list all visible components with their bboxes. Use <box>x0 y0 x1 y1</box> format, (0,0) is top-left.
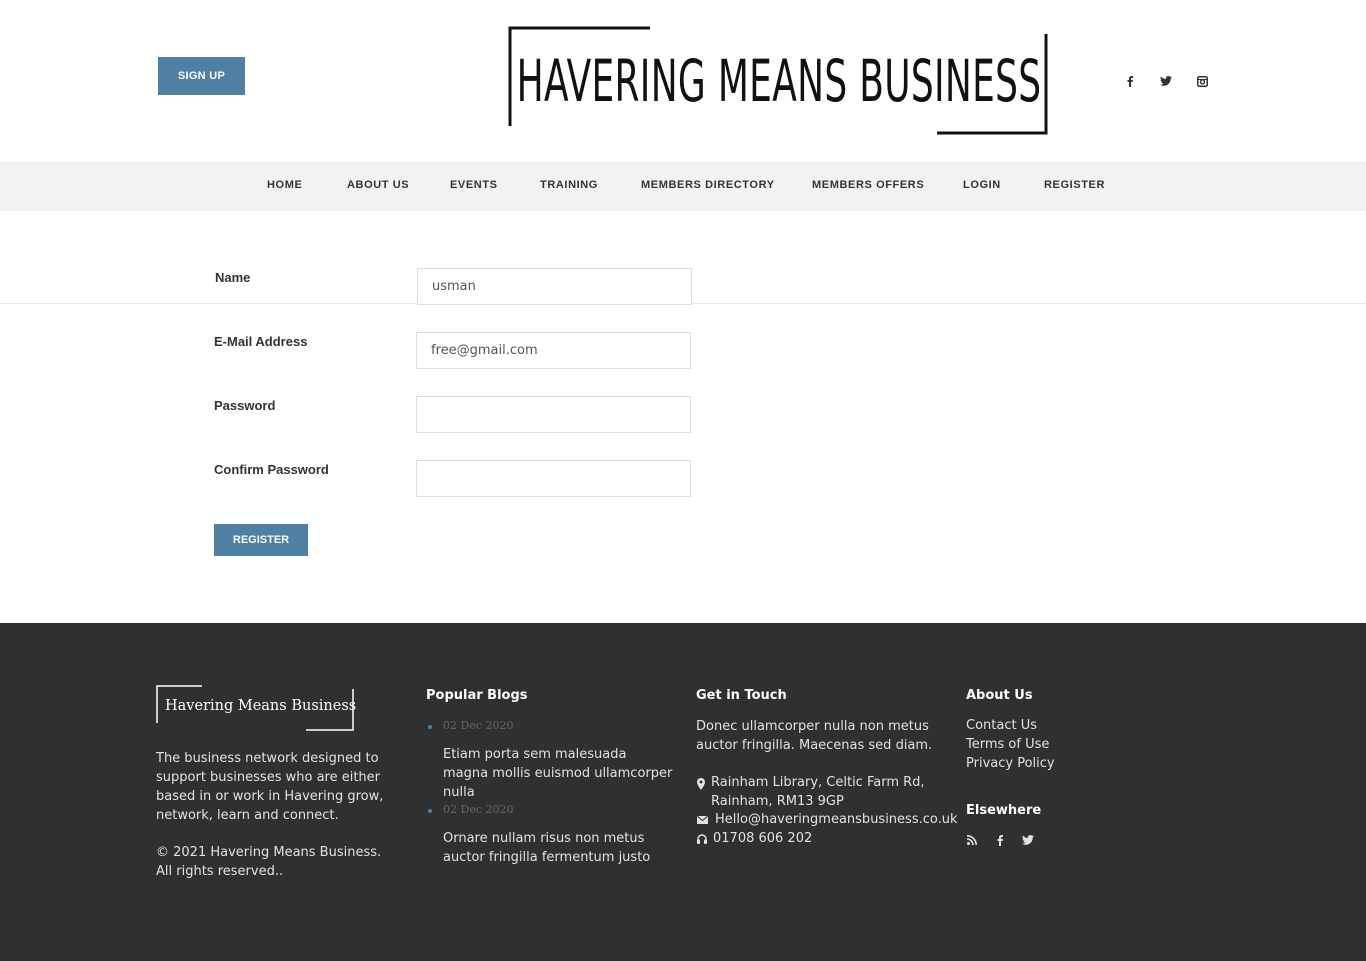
blog-bullet <box>428 725 432 729</box>
blog-date: 02 Dec 2020 <box>443 719 514 732</box>
map-pin-icon <box>696 777 706 791</box>
instagram-icon[interactable] <box>1194 72 1210 90</box>
password-label: Password <box>214 398 276 413</box>
nav-about-us[interactable]: ABOUT US <box>347 179 409 191</box>
contact-address: Rainham Library, Celtic Farm Rd, Rainham… <box>711 775 925 809</box>
main-navigation: HOME ABOUT US EVENTS TRAINING MEMBERS DI… <box>0 162 1366 211</box>
nav-training[interactable]: TRAINING <box>540 179 598 191</box>
footer-link-contact-us[interactable]: Contact Us <box>966 718 1037 733</box>
password-field[interactable] <box>416 396 691 433</box>
get-in-touch-heading: Get in Touch <box>696 688 787 703</box>
elsewhere-heading: Elsewhere <box>966 803 1042 818</box>
register-button[interactable]: REGISTER <box>214 524 308 556</box>
blog-title[interactable]: Ornare nullam risus non metus auctor fri… <box>443 829 673 867</box>
footer-logo-text: Havering Means Business <box>165 698 357 714</box>
twitter-icon[interactable] <box>1021 833 1035 847</box>
confirm-password-label: Confirm Password <box>214 462 329 477</box>
email-field[interactable] <box>416 332 691 369</box>
logo-text: HAVERING MEANS BUSINESS <box>516 47 1042 115</box>
popular-blogs-heading: Popular Blogs <box>426 688 528 703</box>
blog-title[interactable]: Etiam porta sem malesuada magna mollis e… <box>443 745 673 802</box>
nav-members-directory[interactable]: MEMBERS DIRECTORY <box>641 179 775 191</box>
email-label: E-Mail Address <box>214 334 308 349</box>
contact-phone[interactable]: 01708 606 202 <box>713 831 812 846</box>
confirm-password-field[interactable] <box>416 460 691 497</box>
blog-bullet <box>428 809 432 813</box>
footer-logo[interactable]: Havering Means Business <box>156 685 356 731</box>
site-logo[interactable]: HAVERING MEANS BUSINESS <box>508 26 1050 136</box>
name-field[interactable] <box>417 268 692 305</box>
footer-about-text: The business network designed to support… <box>156 751 384 823</box>
footer-link-privacy[interactable]: Privacy Policy <box>966 756 1055 771</box>
name-label: Name <box>215 270 251 285</box>
nav-login[interactable]: LOGIN <box>963 179 1001 191</box>
blog-date: 02 Dec 2020 <box>443 803 514 816</box>
site-header: SIGN UP HAVERING MEANS BUSINESS <box>0 0 1366 162</box>
about-us-heading: About Us <box>966 688 1033 703</box>
site-footer: Havering Means Business The business net… <box>0 623 1366 961</box>
headphones-icon <box>696 833 707 844</box>
header-social-links <box>1122 72 1210 90</box>
footer-link-terms[interactable]: Terms of Use <box>966 737 1049 752</box>
rss-icon[interactable] <box>965 833 979 847</box>
nav-home[interactable]: HOME <box>267 179 302 191</box>
nav-members-offers[interactable]: MEMBERS OFFERS <box>812 179 924 191</box>
twitter-icon[interactable] <box>1158 72 1174 90</box>
facebook-icon[interactable] <box>993 833 1007 847</box>
contact-email-link[interactable]: Hello@haveringmeansbusiness.co.uk <box>715 812 958 827</box>
facebook-icon[interactable] <box>1122 72 1138 90</box>
nav-events[interactable]: EVENTS <box>450 179 498 191</box>
sign-up-button[interactable]: SIGN UP <box>158 57 245 95</box>
footer-copyright: © 2021 Havering Means Business. All righ… <box>156 845 382 879</box>
envelope-icon <box>696 815 708 825</box>
contact-text: Donec ullamcorper nulla non metus auctor… <box>696 719 933 753</box>
footer-social-links <box>965 833 1035 847</box>
nav-register[interactable]: REGISTER <box>1044 179 1105 191</box>
